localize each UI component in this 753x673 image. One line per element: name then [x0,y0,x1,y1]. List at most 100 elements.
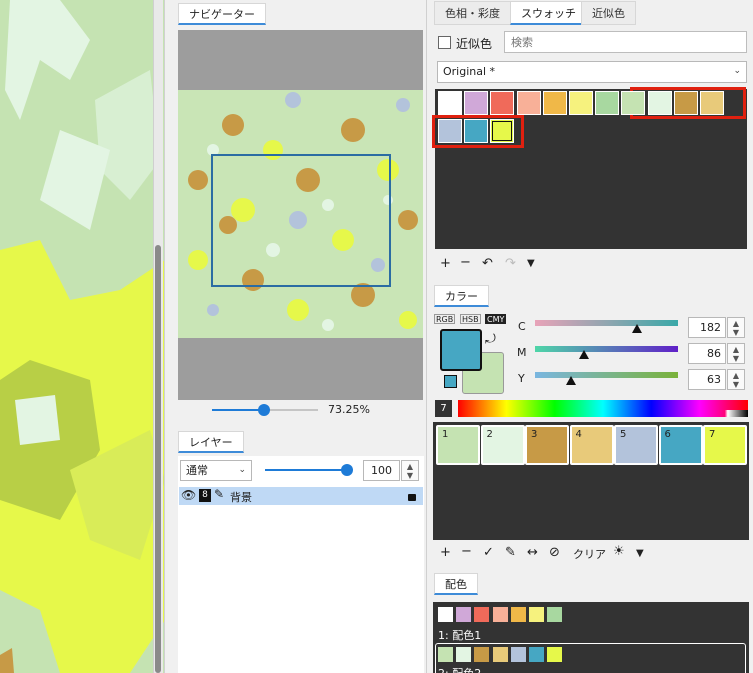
add-swatch-icon[interactable]: + [440,257,451,271]
tiles-menu-icon[interactable]: ▼ [636,547,644,561]
tab-similar-colors[interactable]: 近似色 [581,1,636,25]
layer-row[interactable]: 👁 8 ✎ 背景 [179,487,423,505]
eyedropper-icon[interactable]: ✎ [505,546,516,560]
swatch-1[interactable] [438,91,462,115]
opacity-slider-knob[interactable] [341,464,353,476]
zoom-slider-knob[interactable] [257,404,270,416]
scheme-2-name: 2: 配色2 [438,665,481,673]
redo-icon[interactable]: ↷ [505,257,516,271]
color-tile-2[interactable]: 2 [480,425,525,465]
zoom-level-label: 73.25% [328,403,370,416]
magenta-spinner[interactable]: ▲ ▼ [727,343,745,364]
yellow-slider-handle[interactable] [565,376,576,385]
chevron-down-icon: ⌄ [238,465,246,475]
scheme-1-swatch-1 [438,607,453,622]
swatch-menu-icon[interactable]: ▼ [527,257,535,271]
zoom-slider-fill [212,409,264,411]
tab-hue-saturation[interactable]: 色相・彩度 [434,1,511,25]
label-m: M [517,346,527,359]
scheme-1-swatch-3 [474,607,490,622]
artwork-canvas[interactable] [0,0,170,673]
swatch-search-input[interactable] [504,31,747,53]
swatch-10[interactable] [673,91,698,115]
add-color-icon[interactable]: + [440,546,451,560]
cyan-spinner[interactable]: ▲ ▼ [727,317,745,338]
tab-navigator[interactable]: ナビゲーター [178,3,266,25]
panel-splitter[interactable] [164,0,172,673]
scheme-2-swatch-2 [456,647,472,662]
color-tile-1[interactable]: 1 [436,425,480,465]
reset-colors-icon[interactable] [444,375,457,388]
blend-mode-select[interactable]: 通常 ⌄ [180,460,252,481]
spectrum-grayscale-strip[interactable] [458,410,748,417]
clear-button[interactable]: クリア [573,546,606,562]
lock-icon[interactable] [408,494,416,501]
chevron-down-icon: ⌄ [733,66,741,76]
tab-color[interactable]: カラー [434,285,489,307]
cyan-value-input[interactable]: 182 [688,317,726,338]
color-tile-6[interactable]: 6 [658,425,703,465]
tab-layers[interactable]: レイヤー [178,431,244,453]
label-y: Y [518,372,525,385]
label-c: C [518,320,526,333]
brightness-icon[interactable]: ☀ [613,545,625,559]
remove-color-icon[interactable]: − [461,545,472,559]
scheme-1-swatch-7 [547,607,563,622]
yellow-slider[interactable] [535,372,678,378]
color-tile-3[interactable]: 3 [525,425,569,465]
remove-swatch-icon[interactable]: − [460,256,471,270]
undo-icon[interactable]: ↶ [482,257,493,271]
mode-hsb-button[interactable]: HSB [460,314,481,324]
opacity-slider-track[interactable] [265,469,347,471]
swatch-2[interactable] [464,91,489,115]
yellow-spinner[interactable]: ▲ ▼ [727,369,745,390]
scheme-2-swatch-4 [492,647,508,662]
color-tile-number: 2 [486,429,493,440]
magenta-slider[interactable] [535,346,678,352]
layer-name: 背景 [230,491,252,504]
opacity-spinner[interactable]: ▲ ▼ [401,460,419,481]
magenta-slider-handle[interactable] [578,350,589,359]
canvas-scroll-thumb[interactable] [155,245,161,673]
mode-cmy-button[interactable]: CMY [485,314,507,324]
swatch-row2-2[interactable] [464,119,489,143]
cyan-slider[interactable] [535,320,678,326]
swatch-8[interactable] [621,91,646,115]
similar-colors-checkbox[interactable] [438,36,451,49]
scheme-1-swatch-6 [529,607,544,622]
foreground-color-well[interactable] [440,329,482,371]
color-tile-number: 4 [575,429,582,440]
eye-icon[interactable]: 👁 [181,488,196,502]
cyan-slider-handle[interactable] [631,324,642,333]
mode-rgb-button[interactable]: RGB [434,314,456,324]
scheme-2-swatch-5 [510,647,526,662]
color-tile-number: 6 [664,429,671,440]
opacity-input[interactable]: 100 [363,460,400,481]
pencil-icon[interactable]: ✎ [214,487,224,501]
swap-horizontal-icon[interactable]: ↔ [527,546,538,560]
scheme-2-swatch-3 [474,647,490,662]
magenta-value-input[interactable]: 86 [688,343,726,364]
navigator-view-rectangle[interactable] [211,154,391,287]
swatch-3[interactable] [490,91,515,115]
swatch-6[interactable] [569,91,593,115]
color-tile-7[interactable]: 7 [703,425,747,465]
swatch-set-select[interactable]: Original * ⌄ [437,61,747,83]
swatch-row2-1[interactable] [438,119,462,143]
swatch-row2-3[interactable] [490,119,515,143]
swatch-11[interactable] [700,91,724,115]
scheme-2-swatch-7 [547,647,563,662]
color-tile-5[interactable]: 5 [614,425,658,465]
swap-colors-icon[interactable]: ⤾ [485,333,496,347]
tab-swatch[interactable]: スウォッチ [510,1,587,25]
yellow-value-input[interactable]: 63 [688,369,726,390]
swatch-5[interactable] [542,91,567,115]
panel-splitter-right[interactable] [426,0,432,673]
prohibit-icon[interactable]: ⊘ [549,546,560,560]
check-icon[interactable]: ✓ [483,546,494,560]
swatch-4[interactable] [516,91,541,115]
swatch-9[interactable] [647,91,672,115]
color-tile-4[interactable]: 4 [569,425,614,465]
swatch-7[interactable] [595,91,620,115]
tab-color-scheme[interactable]: 配色 [434,573,478,595]
